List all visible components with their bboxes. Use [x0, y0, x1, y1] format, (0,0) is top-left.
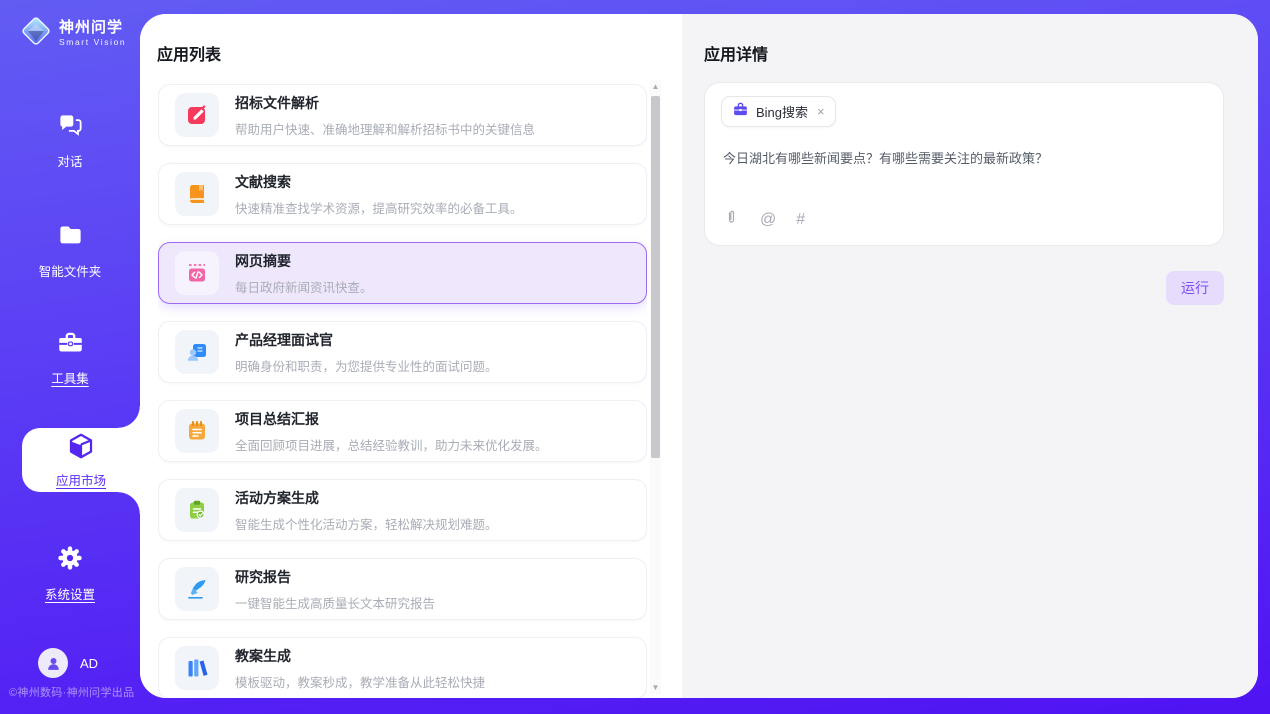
scrollbar-thumb[interactable]	[651, 96, 660, 458]
cube-icon	[66, 431, 96, 466]
sidebar-item-label: 应用市场	[56, 470, 106, 489]
tool-tag-bing-search[interactable]: Bing搜索 ×	[721, 96, 836, 127]
sidebar-item-smart-folder[interactable]: 智能文件夹	[0, 222, 140, 280]
main-content: 应用列表 招标文件解析 帮助用户快速、准确地理解和解析招标书中的关键信息	[140, 14, 1258, 698]
sidebar-item-label: 智能文件夹	[39, 261, 102, 280]
tag-close-icon[interactable]: ×	[817, 104, 825, 119]
app-card-title: 网页摘要	[235, 251, 373, 271]
project-summary-icon	[175, 409, 219, 453]
briefcase-icon	[732, 101, 749, 123]
sidebar-item-label: 工具集	[51, 368, 89, 387]
copyright-text: ©神州数码·神州问学出品	[9, 684, 141, 700]
gear-icon	[56, 544, 84, 577]
app-card-title: 活动方案生成	[235, 488, 498, 508]
app-card-tender-parse[interactable]: 招标文件解析 帮助用户快速、准确地理解和解析招标书中的关键信息	[158, 84, 647, 146]
app-list: 招标文件解析 帮助用户快速、准确地理解和解析招标书中的关键信息 文献搜索 快速精…	[158, 84, 647, 698]
sidebar-item-app-market[interactable]: 应用市场	[22, 428, 140, 492]
composer-card: Bing搜索 × 今日湖北有哪些新闻要点？有哪些需要关注的最新政策？ @ #	[704, 82, 1224, 246]
app-card-pm-interviewer[interactable]: 产品经理面试官 明确身份和职责，为您提供专业性的面试问题。	[158, 321, 647, 383]
composer-toolbar: @ #	[723, 209, 805, 231]
app-card-desc: 智能生成个性化活动方案，轻松解决规划难题。	[235, 514, 498, 533]
chat-icon	[57, 112, 84, 144]
app-card-desc: 帮助用户快速、准确地理解和解析招标书中的关键信息	[235, 119, 535, 138]
scroll-up-icon[interactable]: ▲	[650, 80, 661, 93]
app-detail-panel: 应用详情 Bing搜索 × 今日湖北有哪些新闻要点？有哪些需要关注的最新政策？	[682, 14, 1258, 698]
scroll-down-icon[interactable]: ▼	[650, 681, 661, 694]
app-card-title: 教案生成	[235, 646, 485, 666]
attachment-icon[interactable]	[723, 209, 740, 231]
app-card-desc: 模板驱动，教案秒成，教学准备从此轻松快捷	[235, 672, 485, 691]
event-plan-icon	[175, 488, 219, 532]
app-card-lesson-plan[interactable]: 教案生成 模板驱动，教案秒成，教学准备从此轻松快捷	[158, 637, 647, 698]
app-card-desc: 全面回顾项目进展，总结经验教训，助力未来优化发展。	[235, 435, 548, 454]
web-summary-icon	[175, 251, 219, 295]
tool-tag-label: Bing搜索	[756, 102, 808, 121]
sidebar-item-label: 对话	[57, 151, 82, 170]
avatar	[38, 648, 68, 678]
brand-logo: 神州问学 Smart Vision	[20, 15, 126, 52]
app-card-event-plan[interactable]: 活动方案生成 智能生成个性化活动方案，轻松解决规划难题。	[158, 479, 647, 541]
active-tab-curve-top	[118, 406, 140, 428]
app-card-desc: 明确身份和职责，为您提供专业性的面试问题。	[235, 356, 498, 375]
toolbox-icon	[57, 329, 84, 361]
scrollbar[interactable]: ▲ ▼	[650, 80, 661, 694]
research-report-icon	[175, 567, 219, 611]
app-card-title: 项目总结汇报	[235, 409, 548, 429]
app-card-title: 研究报告	[235, 567, 435, 587]
literature-search-icon	[175, 172, 219, 216]
pm-interviewer-icon	[175, 330, 219, 374]
sidebar-item-settings[interactable]: 系统设置	[0, 544, 140, 603]
app-card-title: 招标文件解析	[235, 93, 535, 113]
app-card-project-summary[interactable]: 项目总结汇报 全面回顾项目进展，总结经验教训，助力未来优化发展。	[158, 400, 647, 462]
tender-parse-icon	[175, 93, 219, 137]
lesson-plan-icon	[175, 646, 219, 690]
app-card-research-report[interactable]: 研究报告 一键智能生成高质量长文本研究报告	[158, 558, 647, 620]
sidebar-item-chat[interactable]: 对话	[0, 112, 140, 170]
query-input[interactable]: 今日湖北有哪些新闻要点？有哪些需要关注的最新政策？	[723, 149, 1203, 169]
user-initials: AD	[80, 656, 98, 671]
app-card-desc: 快速精准查找学术资源，提高研究效率的必备工具。	[235, 198, 523, 217]
app-detail-title: 应用详情	[704, 41, 768, 65]
app-list-panel: 应用列表 招标文件解析 帮助用户快速、准确地理解和解析招标书中的关键信息	[140, 14, 682, 698]
mention-icon[interactable]: @	[760, 211, 776, 229]
brand-subtitle: Smart Vision	[59, 38, 126, 47]
brand-name: 神州问学	[59, 20, 126, 36]
app-list-title: 应用列表	[157, 41, 221, 65]
app-card-desc: 每日政府新闻资讯快查。	[235, 277, 373, 296]
run-button[interactable]: 运行	[1166, 271, 1224, 305]
sidebar-item-toolset[interactable]: 工具集	[0, 329, 140, 387]
hash-icon[interactable]: #	[796, 211, 805, 229]
app-card-literature-search[interactable]: 文献搜索 快速精准查找学术资源，提高研究效率的必备工具。	[158, 163, 647, 225]
folder-icon	[57, 222, 84, 254]
active-tab-curve-bottom	[118, 492, 140, 514]
sidebar-item-label: 系统设置	[45, 584, 95, 603]
app-card-title: 产品经理面试官	[235, 330, 498, 350]
app-card-title: 文献搜索	[235, 172, 523, 192]
app-card-web-summary[interactable]: 网页摘要 每日政府新闻资讯快查。	[158, 242, 647, 304]
sidebar: 神州问学 Smart Vision 对话 智能文件夹	[0, 0, 140, 714]
diamond-logo-icon	[20, 15, 52, 52]
user-account[interactable]: AD	[38, 648, 98, 678]
app-card-desc: 一键智能生成高质量长文本研究报告	[235, 593, 435, 612]
